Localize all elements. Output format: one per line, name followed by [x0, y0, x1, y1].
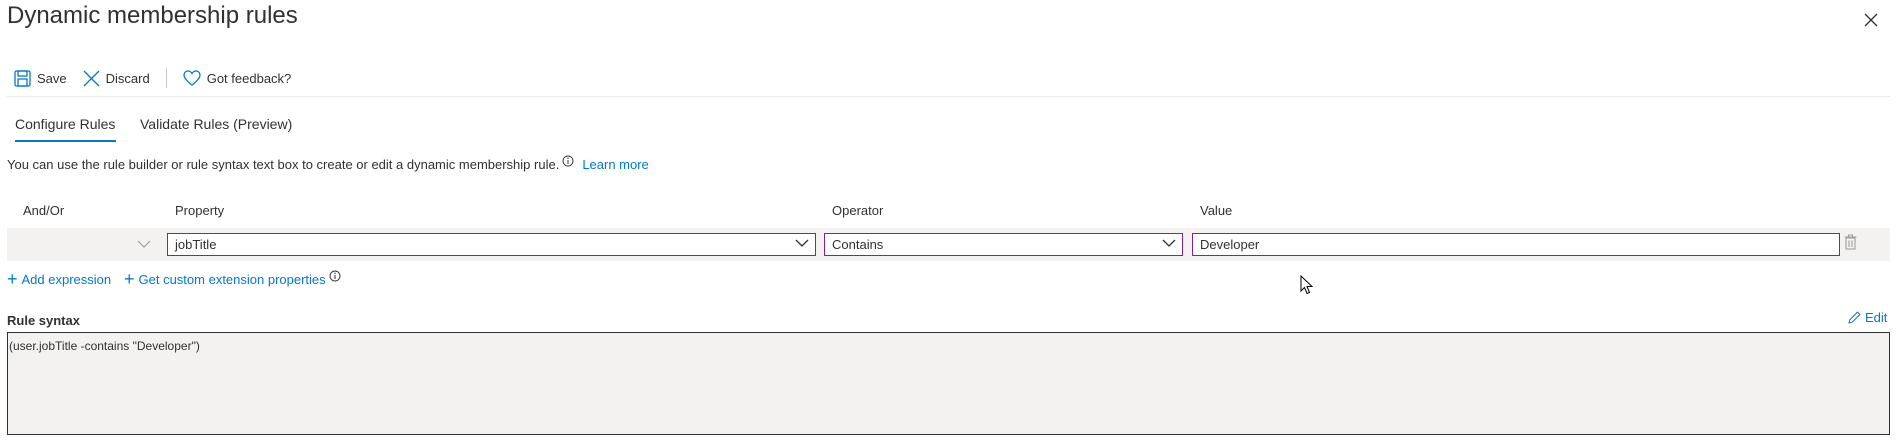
discard-label: Discard	[105, 70, 150, 86]
add-expression-label: Add expression	[21, 271, 112, 287]
feedback-label: Got feedback?	[206, 70, 292, 86]
mouse-cursor-icon	[1300, 275, 1314, 295]
discard-button[interactable]: Discard	[83, 70, 150, 87]
delete-row-button[interactable]	[1844, 234, 1857, 255]
toolbar-separator	[165, 68, 167, 88]
discard-icon	[83, 70, 100, 86]
andor-dropdown[interactable]	[13, 233, 157, 256]
heart-icon	[183, 70, 201, 86]
info-icon[interactable]	[329, 270, 341, 282]
column-header-property: Property	[175, 203, 225, 218]
property-dropdown[interactable]: jobTitle	[167, 233, 816, 256]
page-title: Dynamic membership rules	[7, 2, 298, 29]
active-tab-indicator	[15, 140, 116, 142]
rule-syntax-label: Rule syntax	[7, 313, 80, 328]
tab-configure-rules[interactable]: Configure Rules	[15, 116, 115, 132]
close-icon	[1864, 13, 1878, 27]
operator-value: Contains	[832, 237, 884, 252]
add-expression-button[interactable]: + Add expression	[7, 270, 111, 288]
trash-icon	[1844, 234, 1857, 250]
rule-syntax-textbox[interactable]: (user.jobTitle -contains "Developer")	[7, 332, 1890, 435]
feedback-button[interactable]: Got feedback?	[183, 70, 292, 86]
value-input[interactable]: Developer	[1192, 233, 1840, 256]
chevron-down-icon	[1162, 239, 1176, 247]
chevron-down-icon	[137, 240, 151, 248]
column-header-andor: And/Or	[23, 203, 65, 218]
column-header-value: Value	[1200, 203, 1233, 218]
info-text: You can use the rule builder or rule syn…	[7, 155, 649, 172]
plus-icon: +	[7, 269, 18, 289]
save-icon	[14, 69, 31, 87]
tab-validate-rules[interactable]: Validate Rules (Preview)	[140, 116, 292, 132]
info-description: You can use the rule builder or rule syn…	[7, 157, 560, 172]
info-icon[interactable]	[562, 155, 574, 167]
pencil-icon	[1848, 311, 1861, 324]
chevron-down-icon	[795, 239, 809, 247]
property-value: jobTitle	[175, 237, 217, 252]
close-button[interactable]	[1859, 8, 1883, 32]
get-custom-extension-label: Get custom extension properties	[138, 271, 326, 287]
get-custom-extension-button[interactable]: + Get custom extension properties	[124, 270, 341, 288]
value-text: Developer	[1200, 237, 1260, 252]
learn-more-link[interactable]: Learn more	[582, 157, 648, 172]
save-label: Save	[37, 70, 67, 86]
column-header-operator: Operator	[832, 203, 884, 218]
save-button[interactable]: Save	[14, 69, 67, 87]
edit-label: Edit	[1865, 310, 1888, 325]
plus-icon: +	[124, 269, 135, 289]
edit-rule-syntax-button[interactable]: Edit	[1848, 310, 1887, 325]
toolbar: Save Discard Got feedback?	[0, 64, 1890, 92]
toolbar-divider	[7, 96, 1890, 97]
operator-dropdown[interactable]: Contains	[824, 233, 1183, 256]
